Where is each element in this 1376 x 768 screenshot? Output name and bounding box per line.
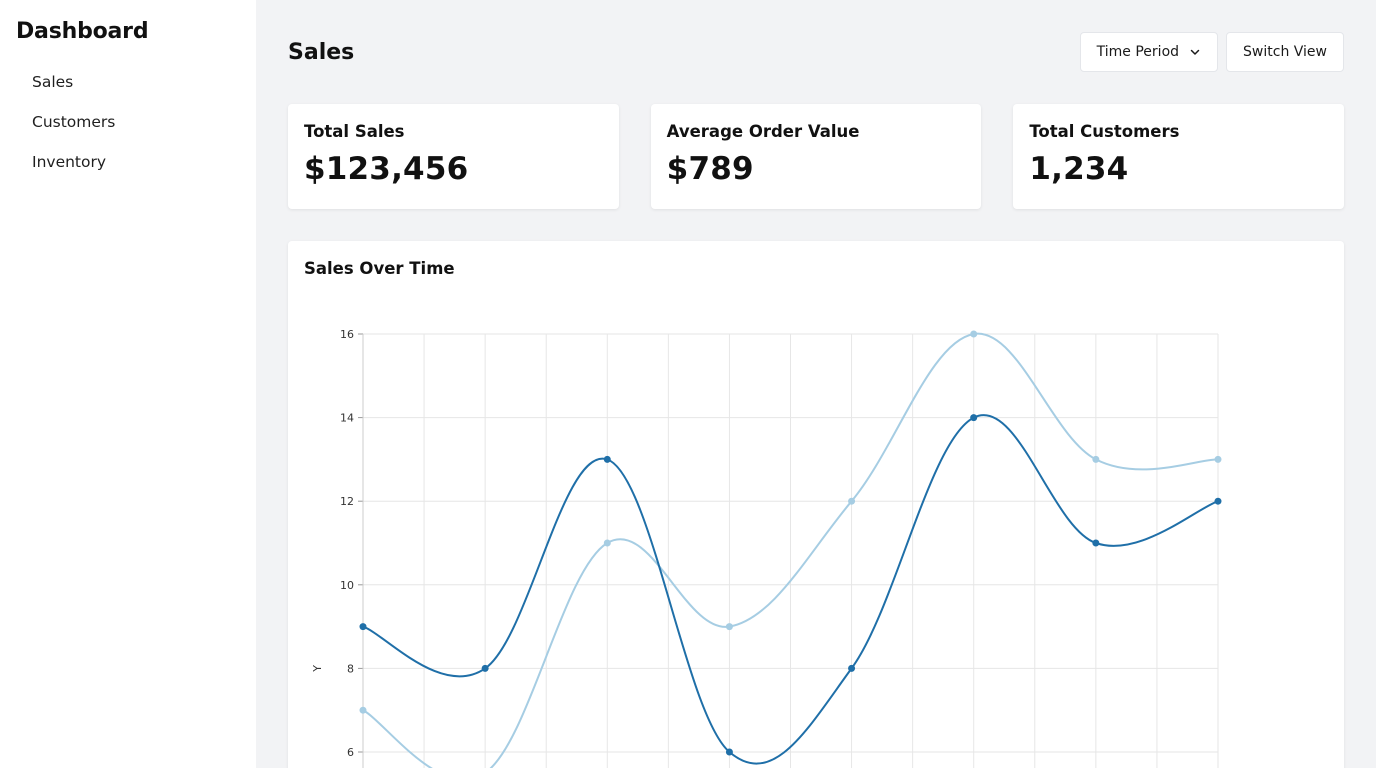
chevron-down-icon [1189, 46, 1201, 58]
data-point [481, 664, 489, 672]
data-point [970, 330, 978, 338]
sidebar-item-customers[interactable]: Customers [16, 102, 240, 142]
stat-card-label: Total Customers [1029, 122, 1180, 141]
stat-card-value: $123,456 [304, 151, 469, 187]
main-content: Sales Time Period Switch View Total Sale… [256, 0, 1376, 768]
sidebar-item-sales[interactable]: Sales [16, 62, 240, 102]
stat-card-total-customers: Total Customers 1,234 [1013, 104, 1345, 209]
data-point [1092, 455, 1100, 463]
y-tick-label: 14 [340, 412, 354, 425]
stat-card-label: Total Sales [304, 122, 405, 141]
y-tick-label: 16 [340, 328, 354, 341]
data-point [359, 706, 367, 714]
data-point [359, 623, 367, 631]
stat-card-average-order-value: Average Order Value $789 [650, 104, 982, 209]
sales-line-chart: 6 8 10 12 14 16 Y [311, 328, 1222, 768]
stat-card-total-sales: Total Sales $123,456 [288, 104, 619, 209]
y-tick-label: 12 [340, 495, 354, 508]
chart-title: Sales Over Time [304, 259, 455, 278]
data-point [1214, 455, 1222, 463]
data-point [725, 623, 733, 631]
sales-over-time-card: Sales Over Time 6 8 10 12 14 16 Y [288, 241, 1344, 768]
data-point [1214, 497, 1222, 505]
page-header: Sales Time Period Switch View [288, 32, 1344, 72]
data-point [725, 748, 733, 756]
sidebar-item-inventory[interactable]: Inventory [16, 142, 240, 182]
app: Dashboard Sales Customers Inventory Sale… [0, 0, 1376, 768]
y-axis-label: Y [311, 665, 324, 673]
data-point [1092, 539, 1100, 547]
data-point [848, 497, 856, 505]
stat-card-label: Average Order Value [666, 122, 860, 141]
page-title: Sales [288, 39, 355, 65]
switch-view-button[interactable]: Switch View [1226, 32, 1344, 72]
data-point [970, 414, 978, 422]
y-tick-label: 6 [347, 746, 354, 759]
y-tick-label: 10 [340, 579, 354, 592]
time-period-dropdown[interactable]: Time Period [1079, 32, 1219, 72]
y-tick-label: 8 [347, 662, 354, 675]
stat-cards: Total Sales $123,456 Average Order Value… [288, 104, 1345, 209]
stat-card-value: 1,234 [1029, 151, 1129, 187]
sidebar: Dashboard Sales Customers Inventory [0, 0, 256, 768]
header-actions: Time Period Switch View [1079, 32, 1344, 72]
data-point [603, 539, 611, 547]
time-period-label: Time Period [1096, 44, 1180, 60]
sidebar-title: Dashboard [16, 19, 149, 44]
data-point [603, 455, 611, 463]
data-point [848, 664, 856, 672]
stat-card-value: $789 [666, 151, 754, 187]
